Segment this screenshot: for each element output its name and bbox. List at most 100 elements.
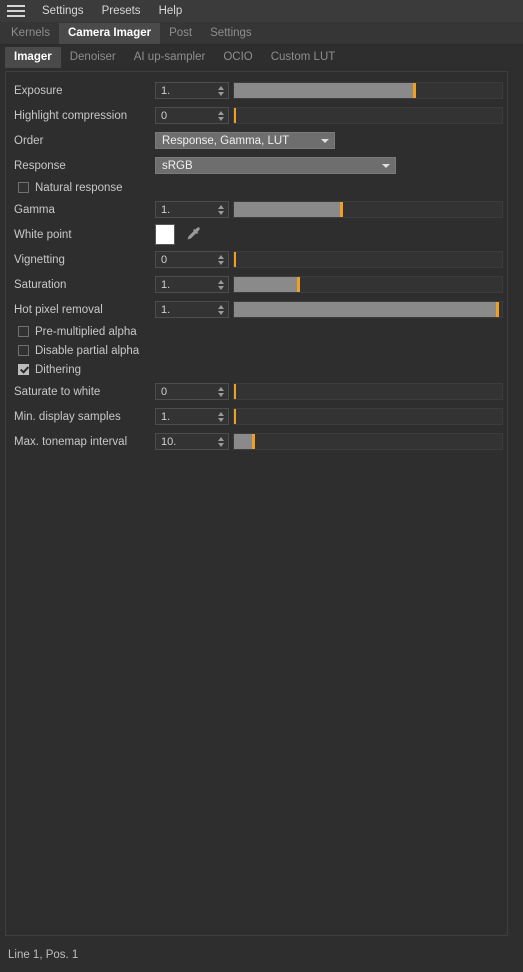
- hot-pixel-removal-stepper[interactable]: [214, 302, 228, 317]
- highlight-compression-stepper[interactable]: [214, 108, 228, 123]
- order-dropdown[interactable]: Response, Gamma, LUT: [155, 132, 335, 149]
- chevron-down-icon: [218, 260, 224, 265]
- label-max-tonemap-interval: Max. tonemap interval: [14, 435, 128, 448]
- slider-handle[interactable]: [340, 202, 344, 217]
- label-saturate-to-white: Saturate to white: [14, 385, 101, 398]
- response-dropdown[interactable]: sRGB: [155, 157, 396, 174]
- vignetting-stepper[interactable]: [214, 252, 228, 267]
- status-text: Line 1, Pos. 1: [8, 949, 79, 961]
- slider-handle[interactable]: [234, 384, 236, 399]
- label-dithering: Dithering: [35, 363, 82, 376]
- label-gamma: Gamma: [14, 203, 55, 216]
- max-tonemap-interval-value: 10.: [161, 435, 177, 448]
- status-bar: Line 1, Pos. 1: [0, 938, 523, 972]
- saturation-input[interactable]: 1.: [155, 276, 229, 293]
- saturation-stepper[interactable]: [214, 277, 228, 292]
- slider-fill: [234, 302, 497, 317]
- dithering-checkbox[interactable]: [18, 364, 29, 375]
- row-vignetting: Vignetting 0: [10, 247, 503, 272]
- chevron-up-icon: [218, 436, 224, 441]
- chevron-down-icon: [218, 392, 224, 397]
- vignetting-slider[interactable]: [233, 251, 503, 268]
- slider-fill: [234, 434, 253, 449]
- slider-handle[interactable]: [495, 302, 499, 317]
- label-natural-response: Natural response: [35, 181, 123, 194]
- chevron-down-icon: [218, 285, 224, 290]
- pre-multiplied-alpha-checkbox-row[interactable]: Pre-multiplied alpha: [10, 322, 503, 341]
- row-highlight-compression: Highlight compression 0: [10, 103, 503, 128]
- chevron-up-icon: [218, 386, 224, 391]
- eyedropper-icon[interactable]: [181, 224, 207, 245]
- menu-item-settings[interactable]: Settings: [33, 2, 93, 20]
- slider-handle[interactable]: [234, 252, 236, 267]
- vignetting-value: 0: [161, 253, 168, 266]
- menu-item-help[interactable]: Help: [150, 2, 192, 20]
- slider-handle[interactable]: [234, 108, 236, 123]
- row-white-point: White point: [10, 222, 503, 247]
- chevron-up-icon: [218, 411, 224, 416]
- row-max-tonemap-interval: Max. tonemap interval 10.: [10, 429, 503, 454]
- slider-handle[interactable]: [251, 434, 255, 449]
- chevron-up-icon: [218, 110, 224, 115]
- max-tonemap-interval-input[interactable]: 10.: [155, 433, 229, 450]
- label-hot-pixel-removal: Hot pixel removal: [14, 303, 103, 316]
- min-display-samples-input[interactable]: 1.: [155, 408, 229, 425]
- tab-camera-imager[interactable]: Camera Imager: [59, 23, 161, 44]
- subtab-denoiser[interactable]: Denoiser: [61, 47, 125, 68]
- saturate-to-white-slider[interactable]: [233, 383, 503, 400]
- row-saturation: Saturation 1.: [10, 272, 503, 297]
- hot-pixel-removal-input[interactable]: 1.: [155, 301, 229, 318]
- exposure-stepper[interactable]: [214, 83, 228, 98]
- exposure-slider[interactable]: [233, 82, 503, 99]
- natural-response-checkbox-row[interactable]: Natural response: [10, 178, 503, 197]
- menu-item-presets[interactable]: Presets: [93, 2, 150, 20]
- saturate-to-white-input[interactable]: 0: [155, 383, 229, 400]
- tab-post[interactable]: Post: [160, 23, 201, 44]
- chevron-down-icon: [218, 116, 224, 121]
- disable-partial-alpha-checkbox-row[interactable]: Disable partial alpha: [10, 341, 503, 360]
- max-tonemap-interval-slider[interactable]: [233, 433, 503, 450]
- saturate-to-white-stepper[interactable]: [214, 384, 228, 399]
- disable-partial-alpha-checkbox[interactable]: [18, 345, 29, 356]
- gamma-stepper[interactable]: [214, 202, 228, 217]
- highlight-compression-input[interactable]: 0: [155, 107, 229, 124]
- gamma-slider[interactable]: [233, 201, 503, 218]
- pre-multiplied-alpha-checkbox[interactable]: [18, 326, 29, 337]
- subtab-ai-up-sampler[interactable]: AI up-sampler: [125, 47, 215, 68]
- saturation-slider[interactable]: [233, 276, 503, 293]
- highlight-compression-value: 0: [161, 109, 168, 122]
- label-order: Order: [14, 134, 44, 147]
- tab-kernels[interactable]: Kernels: [2, 23, 59, 44]
- hot-pixel-removal-slider[interactable]: [233, 301, 503, 318]
- subtab-imager[interactable]: Imager: [5, 47, 61, 68]
- vignetting-input[interactable]: 0: [155, 251, 229, 268]
- label-pre-multiplied-alpha: Pre-multiplied alpha: [35, 325, 137, 338]
- exposure-input[interactable]: 1.: [155, 82, 229, 99]
- chevron-down-icon: [218, 417, 224, 422]
- dithering-checkbox-row[interactable]: Dithering: [10, 360, 503, 379]
- label-saturation: Saturation: [14, 278, 67, 291]
- slider-handle[interactable]: [412, 83, 416, 98]
- slider-handle[interactable]: [297, 277, 301, 292]
- hamburger-menu-icon[interactable]: [7, 4, 25, 18]
- chevron-down-icon: [316, 138, 334, 143]
- white-point-color-swatch[interactable]: [155, 224, 175, 245]
- row-order: Order Response, Gamma, LUT: [10, 128, 503, 153]
- min-display-samples-slider[interactable]: [233, 408, 503, 425]
- label-response: Response: [14, 159, 66, 172]
- imager-settings-panel: Exposure 1. Highlight compression 0 Orde…: [5, 71, 508, 936]
- row-gamma: Gamma 1.: [10, 197, 503, 222]
- menu-bar: Settings Presets Help: [0, 0, 523, 22]
- min-display-samples-stepper[interactable]: [214, 409, 228, 424]
- subtab-custom-lut[interactable]: Custom LUT: [262, 47, 345, 68]
- gamma-input[interactable]: 1.: [155, 201, 229, 218]
- slider-handle[interactable]: [234, 409, 236, 424]
- subtab-ocio[interactable]: OCIO: [214, 47, 261, 68]
- row-response: Response sRGB: [10, 153, 503, 178]
- chevron-down-icon: [218, 210, 224, 215]
- natural-response-checkbox[interactable]: [18, 182, 29, 193]
- max-tonemap-interval-stepper[interactable]: [214, 434, 228, 449]
- tab-settings[interactable]: Settings: [201, 23, 261, 44]
- chevron-up-icon: [218, 254, 224, 259]
- highlight-compression-slider[interactable]: [233, 107, 503, 124]
